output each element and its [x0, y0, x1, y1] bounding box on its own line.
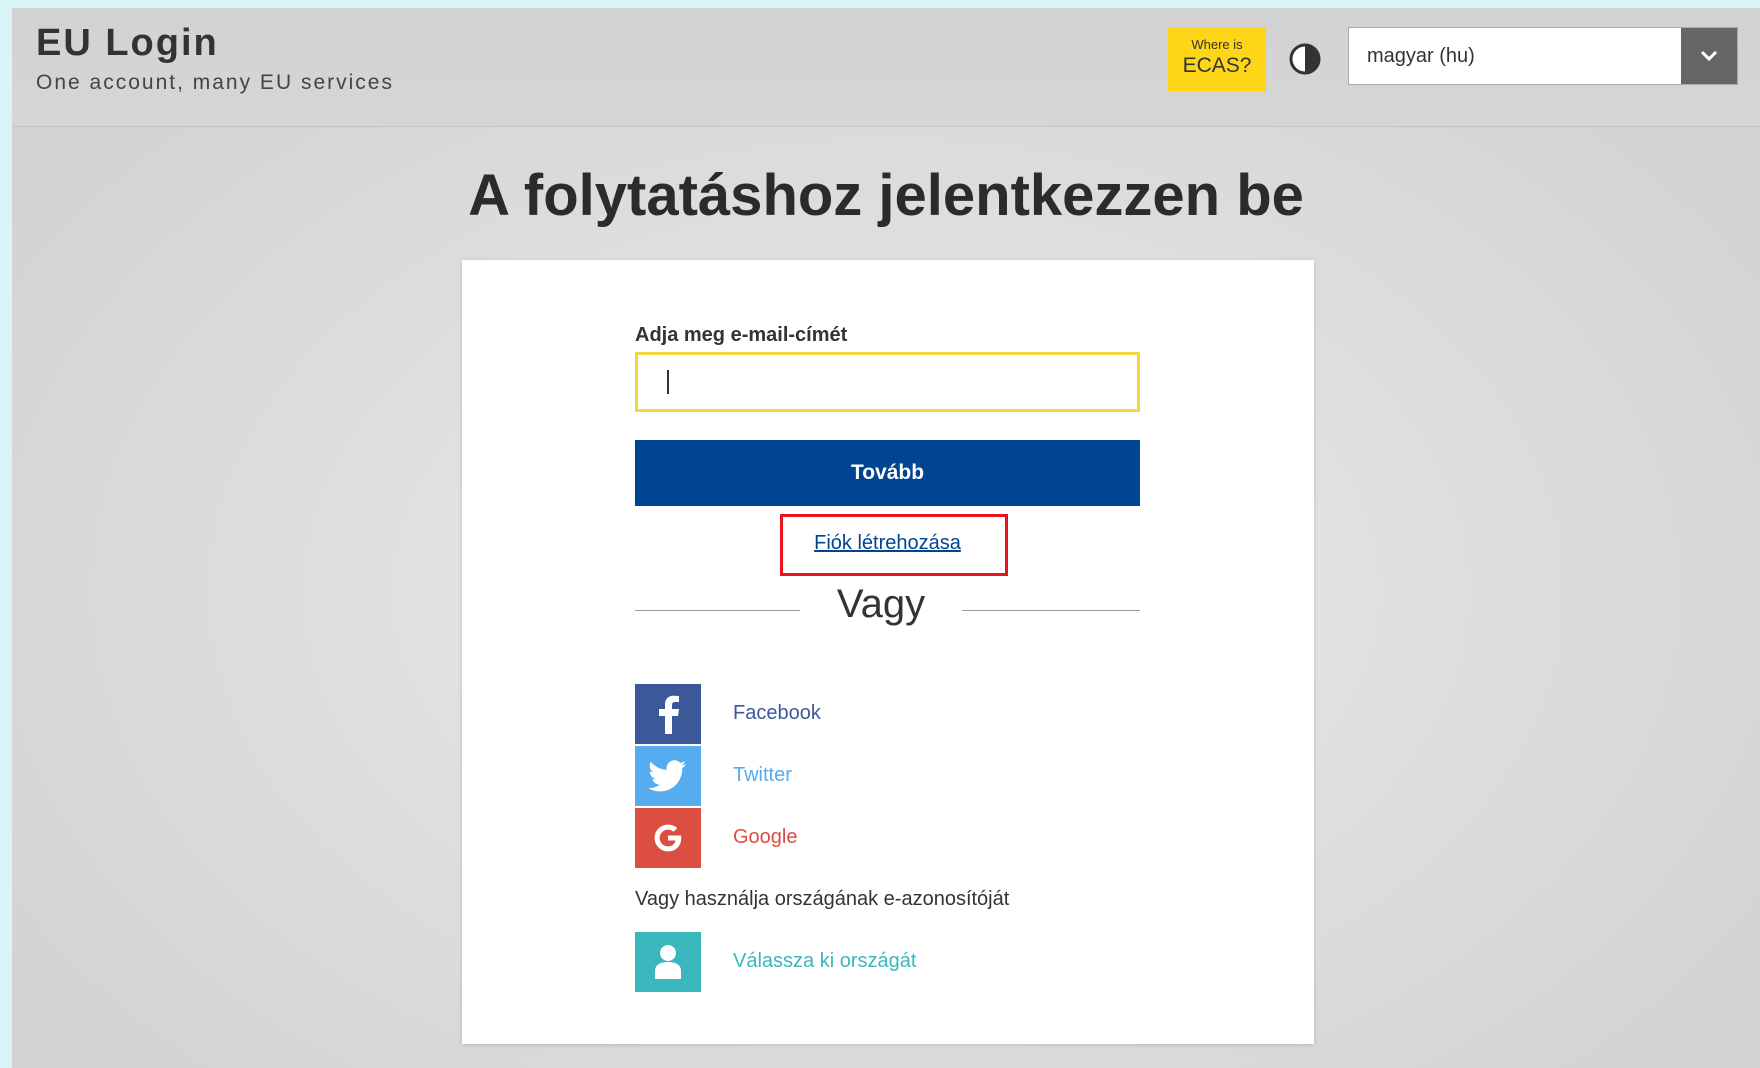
google-login-option[interactable]: Google	[635, 808, 1140, 868]
facebook-icon	[635, 684, 701, 744]
email-label: Adja meg e-mail-címét	[635, 324, 848, 346]
text-caret	[667, 370, 669, 394]
page: EU Login One account, many EU services W…	[12, 8, 1760, 1068]
language-value: magyar (hu)	[1367, 45, 1475, 67]
brand-title: EU Login	[36, 22, 219, 64]
where-is-ecas-button[interactable]: Where is ECAS?	[1168, 27, 1266, 91]
twitter-label: Twitter	[733, 764, 792, 786]
divider-left	[635, 610, 800, 611]
divider-right	[962, 610, 1140, 611]
choose-country-option[interactable]: Válassza ki országát	[635, 932, 1140, 992]
login-card: Adja meg e-mail-címét Tovább Fiók létreh…	[462, 260, 1314, 1044]
twitter-login-option[interactable]: Twitter	[635, 746, 1140, 806]
chevron-down-icon[interactable]	[1681, 28, 1737, 84]
ecas-line1: Where is	[1191, 37, 1243, 52]
twitter-icon	[635, 746, 701, 806]
ecas-line2: ECAS?	[1182, 54, 1252, 77]
contrast-icon[interactable]	[1288, 42, 1322, 76]
facebook-label: Facebook	[733, 702, 821, 724]
google-icon	[635, 808, 701, 868]
choose-country-label: Válassza ki országát	[733, 950, 917, 972]
language-select[interactable]: magyar (hu)	[1348, 27, 1738, 85]
create-account-link[interactable]: Fiók létrehozása	[635, 532, 1140, 555]
or-label: Vagy	[836, 582, 926, 626]
google-label: Google	[733, 826, 798, 848]
email-field[interactable]	[635, 352, 1140, 412]
eid-text: Vagy használja országának e-azonosítóját	[635, 888, 1010, 910]
brand-subtitle: One account, many EU services	[36, 71, 394, 94]
user-icon	[635, 932, 701, 992]
page-title: A folytatáshoz jelentkezzen be	[468, 163, 1304, 228]
header: EU Login One account, many EU services W…	[12, 8, 1760, 127]
facebook-login-option[interactable]: Facebook	[635, 684, 1140, 744]
next-button[interactable]: Tovább	[635, 440, 1140, 506]
